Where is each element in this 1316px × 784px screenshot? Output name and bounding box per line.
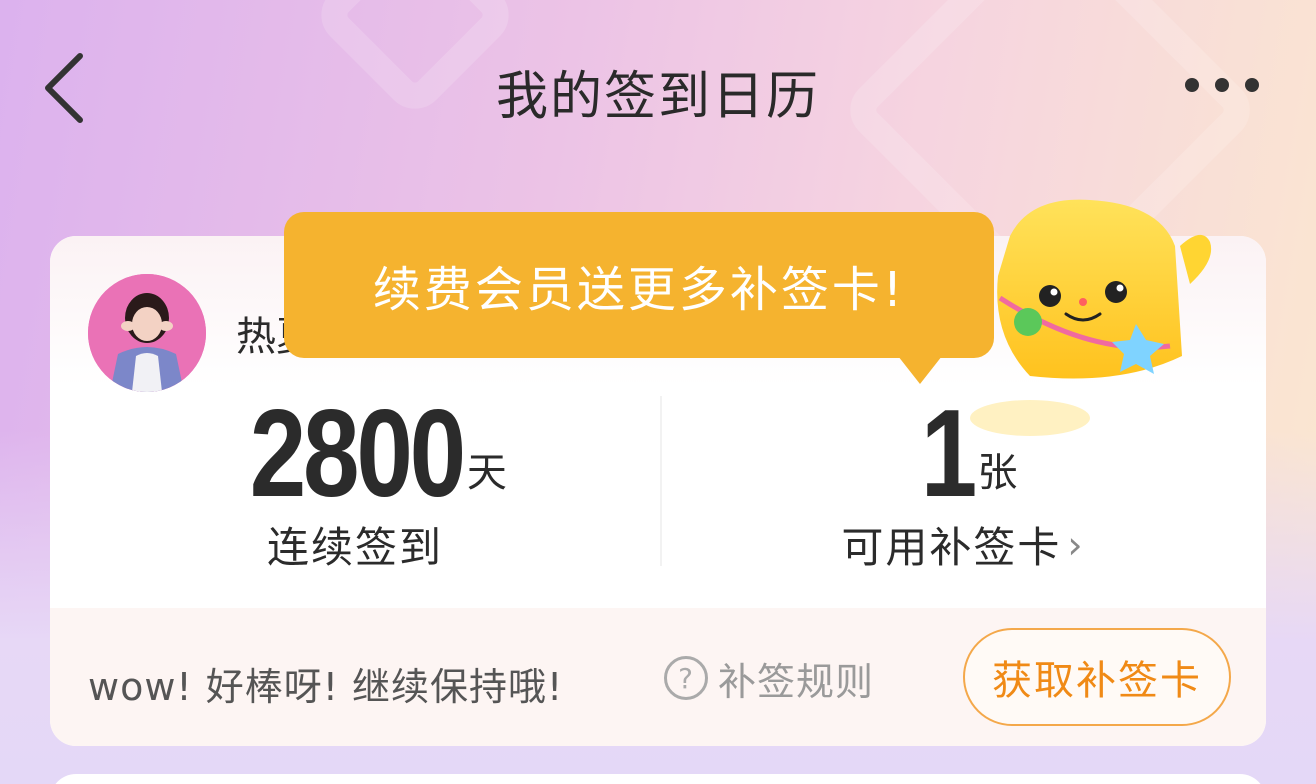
makeup-rules-label: 补签规则 [718,659,875,704]
streak-days-value: 2800 [249,385,466,523]
tooltip-tail [898,356,942,384]
mascot-illustration [970,199,1212,436]
more-button[interactable] [1176,70,1266,100]
streak-label: 连续签到 [266,523,443,572]
chevron-right-icon: › [1067,523,1085,567]
next-card-peek [50,774,1266,784]
page-title: 我的签到日历 [495,67,820,127]
header-bar: 我的签到日历 [0,30,1316,150]
makeup-cards-link[interactable]: 可用补签卡 › [660,514,1266,575]
makeup-cards-value: 1 [920,385,977,523]
makeup-cards-unit: 张 [977,450,1018,496]
card-footer: wow! 好棒呀! 继续保持哦! ? 补签规则 获取补签卡 [50,608,1266,746]
makeup-cards-label: 可用补签卡 [841,523,1062,572]
avatar-image [88,274,206,392]
question-icon: ? [664,656,708,700]
more-dots-icon [1185,78,1259,92]
cheer-text: wow! 好棒呀! 继续保持哦! [88,665,564,709]
avatar[interactable] [88,274,206,392]
get-makeup-card-button[interactable]: 获取补签卡 [963,628,1231,726]
makeup-rules-link[interactable]: ? 补签规则 [664,654,874,704]
streak-days-unit: 天 [466,450,507,496]
renew-promo-tooltip[interactable]: 续费会员送更多补签卡! [284,212,994,358]
streak-stat: 2800 天 连续签到 [50,384,660,584]
